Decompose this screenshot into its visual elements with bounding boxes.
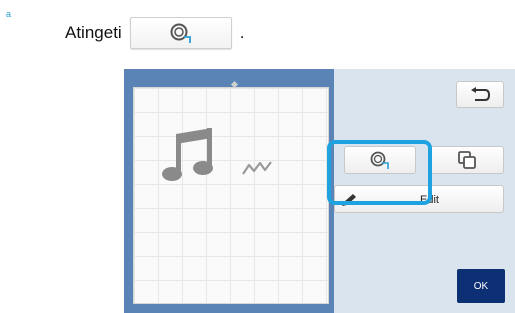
small-notes-icon — [242, 161, 272, 175]
cutting-mat-preview — [133, 80, 329, 304]
back-button[interactable] — [456, 81, 504, 108]
instruction-text: Atingeti — [65, 23, 122, 42]
mat-top-marker — [230, 80, 239, 89]
edit-button-label: Edit — [420, 194, 439, 206]
outline-icon — [370, 151, 389, 169]
edit-button[interactable]: Edit — [334, 185, 504, 213]
machine-screen: Edit OK — [124, 69, 515, 313]
outline-icon — [170, 23, 191, 43]
copy-button[interactable] — [429, 146, 504, 174]
edit-panel: Edit OK — [334, 69, 515, 313]
ok-button-label: OK — [473, 280, 489, 292]
instruction-line: Atingeti . — [65, 17, 245, 49]
back-arrow-icon — [471, 86, 491, 101]
instruction-period: . — [239, 23, 245, 42]
ok-button[interactable]: OK — [457, 269, 505, 303]
pencil-icon — [342, 194, 356, 206]
inline-outline-button — [129, 17, 232, 49]
outline-button[interactable] — [344, 146, 416, 174]
copy-layers-icon — [457, 151, 476, 169]
music-note-icon — [162, 128, 213, 181]
step-marker: a — [6, 9, 12, 19]
